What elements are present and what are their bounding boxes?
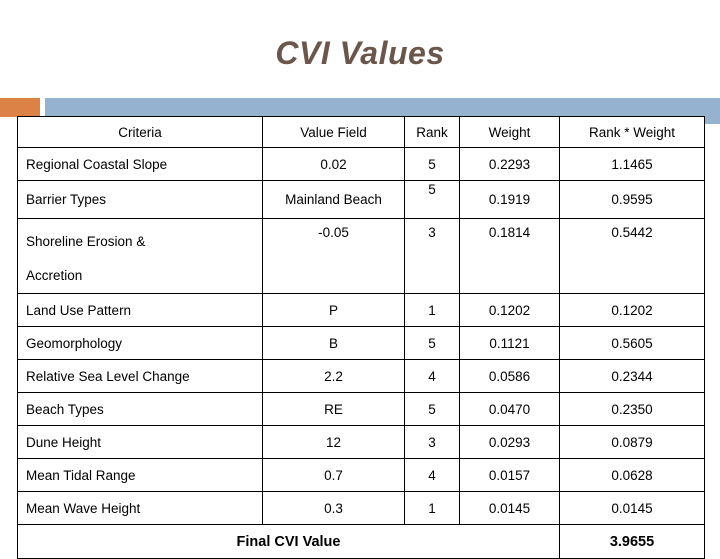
cell-rank: 1 — [404, 293, 460, 327]
cell-criteria: Mean Wave Height — [17, 491, 263, 525]
cell-value-field: -0.05 — [262, 218, 405, 294]
cell-rank-weight: 0.5605 — [559, 326, 705, 360]
table-total-row: Final CVI Value 3.9655 — [17, 524, 705, 559]
table-row: Land Use Pattern P 1 0.1202 0.1202 — [17, 293, 705, 327]
cell-value-field: RE — [262, 392, 405, 426]
table-row: Beach Types RE 5 0.0470 0.2350 — [17, 392, 705, 426]
cell-rank: 4 — [404, 458, 460, 492]
column-header-rank-weight: Rank * Weight — [559, 116, 705, 148]
accent-bar-orange — [0, 98, 40, 117]
cell-weight: 0.0470 — [459, 392, 560, 426]
cell-criteria: Beach Types — [17, 392, 263, 426]
cell-rank: 4 — [404, 359, 460, 393]
table-row: Regional Coastal Slope 0.02 5 0.2293 1.1… — [17, 147, 705, 181]
cell-criteria: Geomorphology — [17, 326, 263, 360]
cell-rank: 5 — [404, 147, 460, 181]
column-header-value-field: Value Field — [262, 116, 405, 148]
cell-rank-weight: 0.5442 — [559, 218, 705, 294]
table-row: Relative Sea Level Change 2.2 4 0.0586 0… — [17, 359, 705, 393]
cell-value-field: B — [262, 326, 405, 360]
cell-weight: 0.1202 — [459, 293, 560, 327]
cvi-table: Criteria Value Field Rank Weight Rank * … — [17, 116, 705, 559]
cell-value-field: Mainland Beach — [262, 180, 405, 219]
cell-weight: 0.1814 — [459, 218, 560, 294]
cell-criteria-line2: Accretion — [26, 268, 83, 283]
cell-rank: 5 — [404, 392, 460, 426]
cell-rank-weight: 0.9595 — [559, 180, 705, 219]
cell-criteria: Mean Tidal Range — [17, 458, 263, 492]
column-header-criteria: Criteria — [17, 116, 263, 148]
cell-rank: 5 — [404, 326, 460, 360]
cell-value-field: 0.3 — [262, 491, 405, 525]
cell-rank-weight: 0.0628 — [559, 458, 705, 492]
cell-rank-weight: 0.0145 — [559, 491, 705, 525]
page-title: CVI Values — [275, 35, 445, 71]
cell-criteria: Dune Height — [17, 425, 263, 459]
cell-value-field: 2.2 — [262, 359, 405, 393]
table-row: Mean Tidal Range 0.7 4 0.0157 0.0628 — [17, 458, 705, 492]
cell-weight: 0.0157 — [459, 458, 560, 492]
cell-rank-weight: 0.2344 — [559, 359, 705, 393]
cell-criteria: Shoreline Erosion & Accretion — [17, 218, 263, 294]
cell-criteria: Land Use Pattern — [17, 293, 263, 327]
column-header-weight: Weight — [459, 116, 560, 148]
cell-value-field: P — [262, 293, 405, 327]
table-row: Dune Height 12 3 0.0293 0.0879 — [17, 425, 705, 459]
table-row: Barrier Types Mainland Beach 5 0.1919 0.… — [17, 180, 705, 219]
cell-weight: 0.2293 — [459, 147, 560, 181]
cell-weight: 0.0293 — [459, 425, 560, 459]
cell-rank: 3 — [404, 425, 460, 459]
final-cvi-label: Final CVI Value — [17, 524, 560, 559]
final-cvi-value: 3.9655 — [559, 524, 705, 559]
cell-criteria: Regional Coastal Slope — [17, 147, 263, 181]
cell-rank: 1 — [404, 491, 460, 525]
cell-weight: 0.0145 — [459, 491, 560, 525]
cell-rank: 5 — [404, 180, 460, 219]
table-row: Shoreline Erosion & Accretion -0.05 3 0.1… — [17, 218, 705, 294]
cell-value-field: 12 — [262, 425, 405, 459]
cell-value-field: 0.02 — [262, 147, 405, 181]
cell-criteria: Barrier Types — [17, 180, 263, 219]
table-row: Geomorphology B 5 0.1121 0.5605 — [17, 326, 705, 360]
cell-weight: 0.0586 — [459, 359, 560, 393]
cvi-table-container: Criteria Value Field Rank Weight Rank * … — [17, 116, 705, 559]
cell-weight: 0.1919 — [459, 180, 560, 219]
cell-weight: 0.1121 — [459, 326, 560, 360]
cell-criteria-line1: Shoreline Erosion & — [26, 234, 146, 249]
cell-rank-weight: 0.2350 — [559, 392, 705, 426]
column-header-rank: Rank — [404, 116, 460, 148]
cell-rank: 3 — [404, 218, 460, 294]
cell-value-field: 0.7 — [262, 458, 405, 492]
table-row: Mean Wave Height 0.3 1 0.0145 0.0145 — [17, 491, 705, 525]
cell-rank-weight: 0.0879 — [559, 425, 705, 459]
cell-rank-weight: 1.1465 — [559, 147, 705, 181]
cell-rank-weight: 0.1202 — [559, 293, 705, 327]
table-header-row: Criteria Value Field Rank Weight Rank * … — [17, 116, 705, 148]
cell-criteria: Relative Sea Level Change — [17, 359, 263, 393]
